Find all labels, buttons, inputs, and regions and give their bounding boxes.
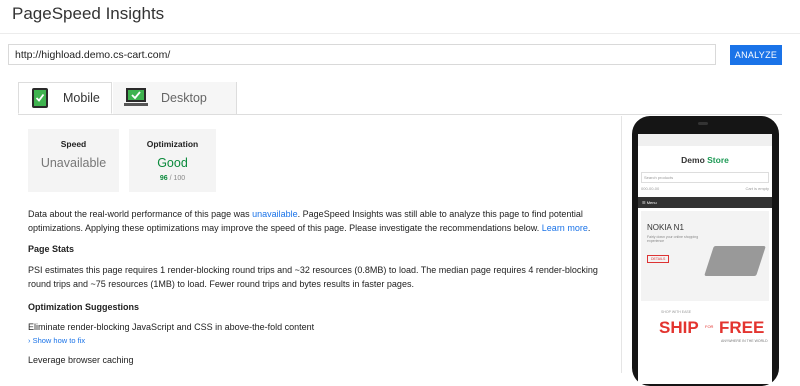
tab-desktop-label: Desktop (161, 91, 207, 105)
phone-preview: Demo Store Search products 000-00-00 Cart… (632, 116, 779, 386)
page-stats-text: PSI estimates this page requires 1 rende… (28, 265, 598, 289)
suggestions-heading: Optimization Suggestions (28, 302, 140, 312)
phone-speaker (698, 122, 708, 125)
preview-search: Search products (641, 172, 769, 183)
analyze-button[interactable]: ANALYZE (730, 45, 782, 65)
optimization-score: 96 / 100 (129, 175, 216, 182)
intro-text-before: Data about the real-world performance of… (28, 209, 253, 219)
ship-for-text: FOR (705, 324, 714, 329)
app-title: PageSpeed Insights (12, 4, 165, 23)
desktop-check-icon (124, 88, 148, 106)
score-value: 96 (159, 175, 168, 182)
preview-banner-desc: Fairly down your online shopping experie… (647, 235, 699, 243)
unavailable-link[interactable]: unavailable (252, 209, 298, 219)
preview-phone: 000-00-00 (641, 186, 660, 191)
preview-menu: ☰ Menu (638, 197, 772, 208)
optimization-box: Optimization Good 96 / 100 (129, 129, 216, 192)
preview-logo-a: Demo (681, 155, 708, 165)
tab-mobile-label: Mobile (63, 91, 100, 105)
mobile-check-icon (32, 88, 48, 108)
intro-paragraph: Data about the real-world performance of… (28, 209, 591, 233)
ship-world-text: ANYWHERE IN THE WORLD (721, 339, 768, 343)
preview-topbar (638, 134, 772, 146)
preview-cart: Cart is empty (745, 186, 769, 191)
ship-small-text: SHOP WITH EASE (661, 310, 692, 314)
suggestion-item: Eliminate render-blocking JavaScript and… (28, 322, 315, 332)
preview-divider (621, 116, 622, 373)
header-divider (0, 33, 800, 34)
preview-ship-banner: SHOP WITH EASE SHIP FOR FREE ANYWHERE IN… (641, 304, 769, 364)
preview-logo: Demo Store (638, 155, 772, 165)
speed-box: Speed Unavailable (28, 129, 119, 192)
page-stats-heading: Page Stats (28, 244, 75, 254)
device-tabs: Mobile Desktop (18, 82, 782, 115)
free-text: FREE (719, 318, 765, 337)
tab-desktop[interactable]: Desktop (113, 82, 237, 114)
speed-value: Unavailable (40, 156, 107, 170)
preview-banner-title: NOKIA N1 (647, 223, 684, 232)
url-input[interactable] (8, 44, 716, 65)
learn-more-link[interactable]: Learn more (542, 223, 588, 233)
preview-row: 000-00-00 Cart is empty (641, 186, 769, 191)
phone-screen: Demo Store Search products 000-00-00 Cart… (638, 134, 772, 384)
score-max: / 100 (169, 175, 186, 182)
suggestion-item: Leverage browser caching (28, 355, 134, 365)
preview-logo-b: Store (707, 155, 729, 165)
ship-text: SHIP (659, 318, 699, 337)
optimization-label: Optimization (146, 139, 199, 149)
main-content: Data about the real-world performance of… (28, 207, 608, 367)
preview-banner: NOKIA N1 Fairly down your online shoppin… (641, 211, 769, 301)
tablet-image (704, 246, 766, 276)
speed-label: Speed (60, 139, 87, 149)
preview-banner-button: DETAILS (647, 255, 670, 263)
tab-mobile[interactable]: Mobile (18, 82, 112, 114)
optimization-value: Good (157, 156, 188, 170)
show-fix-link[interactable]: › Show how to fix (28, 334, 608, 348)
